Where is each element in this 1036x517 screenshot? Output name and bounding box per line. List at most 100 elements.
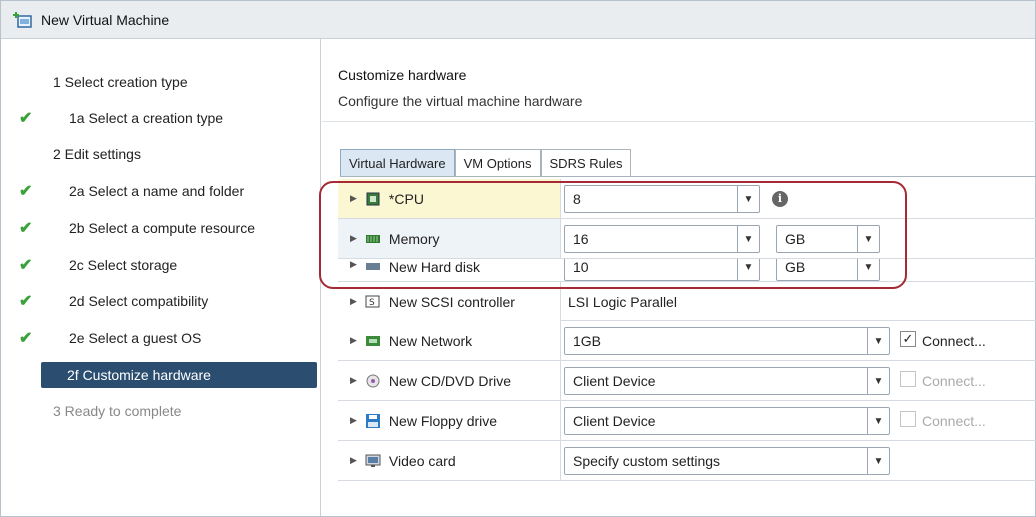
tab-divider (340, 176, 1036, 177)
row-label: Video card (388, 452, 456, 469)
memory-unit-select[interactable]: GB ▼ (776, 225, 880, 253)
floppy-connect-checkbox[interactable] (900, 411, 916, 427)
new-vm-wizard-window: New Virtual Machine 1 Select creation ty… (0, 0, 1036, 517)
column-separator (560, 179, 561, 219)
column-separator (560, 441, 561, 481)
chevron-down-icon[interactable]: ▼ (737, 186, 759, 212)
select-value: GB (785, 231, 806, 247)
checkmark-icon: ✔ (19, 110, 33, 127)
scsi-controller-type: LSI Logic Parallel (568, 293, 677, 310)
row-label-cell[interactable]: ▶ S New SCSI controller (338, 282, 560, 321)
step-label: 2d Select compatibility (69, 293, 209, 309)
expand-arrow-icon[interactable]: ▶ (350, 259, 357, 270)
select-value: 10 (573, 259, 589, 275)
select-value: GB (785, 259, 806, 275)
step-2a-select-name-folder[interactable]: ✔ 2a Select a name and folder (1, 178, 321, 204)
step-label: 2b Select a compute resource (69, 220, 255, 236)
step-2e-select-guest-os[interactable]: ✔ 2e Select a guest OS (1, 325, 321, 351)
step-label: 2 Edit settings (53, 146, 141, 162)
cpu-count-select[interactable]: 8 ▼ (564, 185, 760, 213)
scsi-controller-icon: S (365, 295, 383, 309)
row-label-cell[interactable]: ▶ *CPU (338, 179, 560, 218)
step-1-select-creation-type[interactable]: 1 Select creation type (1, 69, 321, 95)
cd-dvd-connect-checkbox[interactable] (900, 371, 916, 387)
page-subtitle: Configure the virtual machine hardware (338, 93, 583, 109)
network-connect-checkbox[interactable]: ✓ (900, 331, 916, 347)
column-separator (560, 219, 561, 259)
chevron-down-icon[interactable]: ▼ (737, 259, 759, 280)
checkmark-icon: ✔ (19, 183, 33, 200)
row-label-cell[interactable]: ▶ New Floppy drive (338, 401, 560, 440)
wizard-steps-sidebar: 1 Select creation type ✔ 1a Select a cre… (1, 39, 321, 516)
column-separator (560, 401, 561, 441)
column-separator (560, 282, 561, 322)
step-2f-customize-hardware[interactable]: 2f Customize hardware (41, 362, 317, 388)
expand-arrow-icon[interactable]: ▶ (350, 415, 357, 426)
chevron-down-icon[interactable]: ▼ (737, 226, 759, 252)
step-2b-select-compute-resource[interactable]: ✔ 2b Select a compute resource (1, 215, 321, 241)
checkmark-icon: ✔ (19, 293, 33, 310)
select-value: Client Device (573, 413, 656, 429)
hard-disk-size-select[interactable]: 10 ▼ (564, 259, 760, 281)
row-label-cell[interactable]: ▶ New Hard disk (338, 259, 560, 281)
memory-icon (365, 232, 383, 246)
step-1a-select-creation-type[interactable]: ✔ 1a Select a creation type (1, 105, 321, 131)
header-divider (322, 121, 1036, 122)
hardware-row-network: ▶ New Network 1GB ▼ ✓ Connect... (338, 321, 1036, 361)
step-label: 2f Customize hardware (67, 367, 211, 383)
cd-dvd-select[interactable]: Client Device ▼ (564, 367, 890, 395)
connect-label: Connect... (922, 412, 986, 429)
row-label: *CPU (388, 190, 424, 207)
info-icon[interactable]: i (772, 191, 788, 207)
cpu-icon (365, 192, 383, 206)
row-label-cell[interactable]: ▶ New Network (338, 321, 560, 360)
row-label-cell[interactable]: ▶ Memory (338, 219, 560, 258)
hardware-row-cpu: ▶ *CPU 8 ▼ i (338, 179, 1036, 219)
expand-arrow-icon[interactable]: ▶ (350, 455, 357, 466)
row-label: New Floppy drive (388, 412, 498, 429)
row-label-cell[interactable]: ▶ Video card (338, 441, 560, 480)
step-2d-select-compatibility[interactable]: ✔ 2d Select compatibility (1, 288, 321, 314)
title-bar: New Virtual Machine (1, 1, 1035, 39)
video-card-select[interactable]: Specify custom settings ▼ (564, 447, 890, 475)
step-label: 2a Select a name and folder (69, 183, 245, 199)
hardware-row-video-card: ▶ Video card Specify custom settings ▼ (338, 441, 1036, 481)
row-label: Memory (388, 230, 440, 247)
floppy-select[interactable]: Client Device ▼ (564, 407, 890, 435)
hardware-row-memory: ▶ Memory 16 ▼ GB ▼ (338, 219, 1036, 259)
chevron-down-icon[interactable]: ▼ (857, 226, 879, 252)
expand-arrow-icon[interactable]: ▶ (350, 375, 357, 386)
chevron-down-icon[interactable]: ▼ (867, 368, 889, 394)
select-value: Specify custom settings (573, 453, 721, 469)
page-title: Customize hardware (338, 67, 467, 83)
hardware-row-hard-disk: ▶ New Hard disk 10 ▼ GB ▼ (338, 259, 1036, 281)
select-value: 16 (573, 231, 589, 247)
select-value: 1GB (573, 333, 602, 349)
expand-arrow-icon[interactable]: ▶ (350, 233, 357, 244)
memory-size-select[interactable]: 16 ▼ (564, 225, 760, 253)
hard-disk-unit-select[interactable]: GB ▼ (776, 259, 880, 281)
new-vm-icon (13, 11, 33, 29)
step-2-edit-settings[interactable]: 2 Edit settings (1, 141, 321, 167)
expand-arrow-icon[interactable]: ▶ (350, 193, 357, 204)
tab-virtual-hardware[interactable]: Virtual Hardware (340, 149, 455, 176)
row-label: New CD/DVD Drive (388, 372, 512, 389)
hardware-row-scsi-controller: ▶ S New SCSI controller LSI Logic Parall… (338, 281, 1036, 322)
row-label-cell[interactable]: ▶ New CD/DVD Drive (338, 361, 560, 400)
chevron-down-icon[interactable]: ▼ (867, 408, 889, 434)
step-3-ready-to-complete[interactable]: 3 Ready to complete (1, 398, 321, 424)
tab-sdrs-rules[interactable]: SDRS Rules (540, 149, 632, 176)
tab-vm-options[interactable]: VM Options (454, 149, 541, 176)
chevron-down-icon[interactable]: ▼ (867, 448, 889, 474)
expand-arrow-icon[interactable]: ▶ (350, 335, 357, 346)
checkmark-icon: ✔ (19, 220, 33, 237)
column-separator (560, 321, 561, 361)
expand-arrow-icon[interactable]: ▶ (350, 296, 357, 307)
network-select[interactable]: 1GB ▼ (564, 327, 890, 355)
chevron-down-icon[interactable]: ▼ (857, 259, 879, 280)
select-value: 8 (573, 191, 581, 207)
chevron-down-icon[interactable]: ▼ (867, 328, 889, 354)
step-2c-select-storage[interactable]: ✔ 2c Select storage (1, 252, 321, 278)
step-label: 1 Select creation type (53, 74, 188, 90)
customize-hardware-panel: Customize hardware Configure the virtual… (322, 39, 1036, 516)
